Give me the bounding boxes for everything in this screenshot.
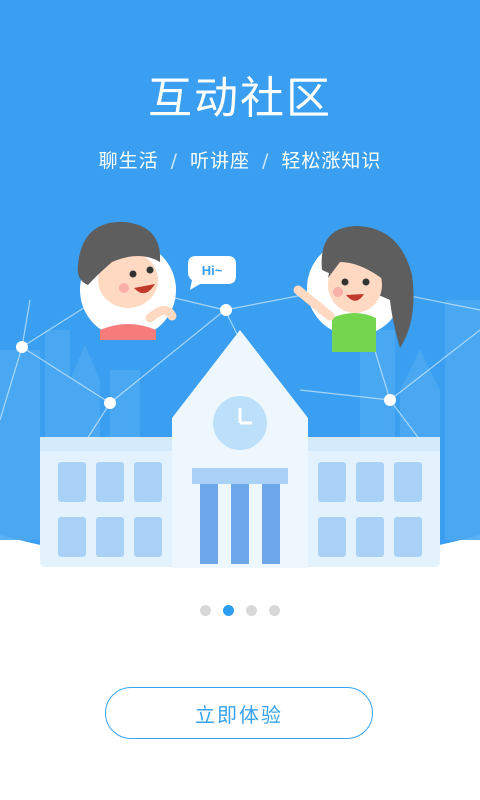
page-dot-active[interactable]	[223, 605, 234, 616]
subtitle-item: 听讲座	[189, 150, 250, 172]
subtitle-item: 轻松涨知识	[281, 150, 382, 172]
page-dot[interactable]	[246, 605, 257, 616]
hero-banner: Hi~ 互动社区 聊生活 / 听讲座 / 轻松涨知识	[0, 0, 480, 600]
page-title: 互动社区	[148, 73, 332, 124]
subtitle: 聊生活 / 听讲座 / 轻松涨知识	[0, 146, 480, 173]
page-indicator	[0, 605, 480, 617]
bubble-text: Hi~	[202, 263, 223, 278]
try-now-button[interactable]: 立即体验	[105, 687, 373, 739]
subtitle-separator: /	[262, 150, 270, 172]
subtitle-item: 聊生活	[98, 150, 159, 172]
subtitle-separator: /	[170, 150, 178, 172]
page-dot[interactable]	[269, 605, 280, 616]
page-dot[interactable]	[200, 605, 211, 616]
